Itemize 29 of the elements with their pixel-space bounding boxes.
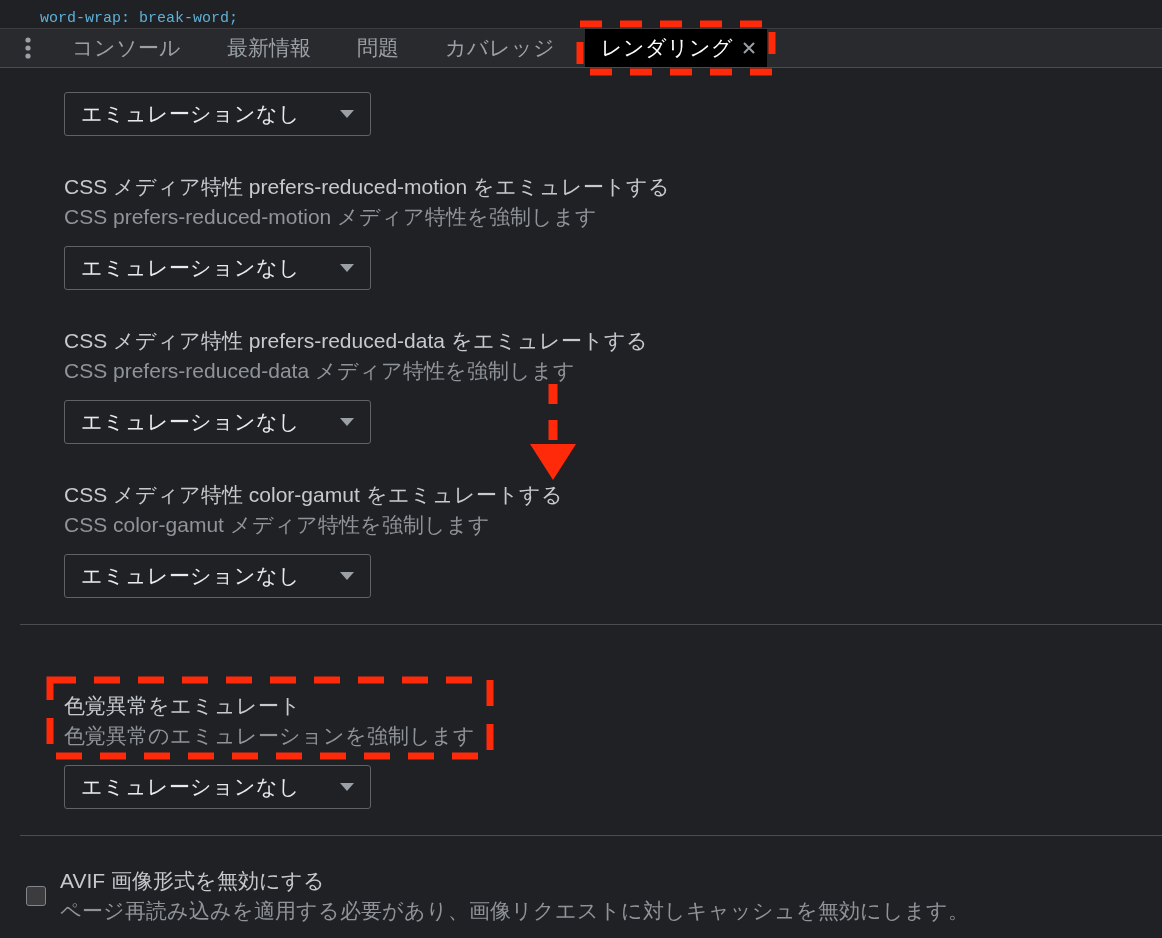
emulation-dropdown[interactable]: エミュレーションなし [64,765,371,809]
close-icon[interactable] [743,42,755,54]
setting-title: CSS メディア特性 prefers-reduced-motion をエミュレートする [64,174,671,200]
caret-icon [340,264,354,272]
setting-description: CSS prefers-reduced-motion メディア特性を強制します [64,204,599,230]
setting-title: 色覚異常をエミュレート [64,693,302,719]
setting-description: 色覚異常のエミュレーションを強制します [64,723,476,749]
setting-title: CSS メディア特性 color-gamut をエミュレートする [64,482,564,508]
setting-description: CSS color-gamut メディア特性を強制します [64,512,491,538]
panel-tab[interactable]: 問題 [341,29,429,67]
caret-icon [340,418,354,426]
emulation-dropdown[interactable]: エミュレーションなし [64,246,371,290]
caret-icon [340,783,354,791]
caret-icon [340,110,354,118]
setting-title: AVIF 画像形式を無効にする [60,868,326,894]
emulation-dropdown[interactable]: エミュレーションなし [64,92,371,136]
setting-description: CSS prefers-reduced-data メディア特性を強制します [64,358,576,384]
caret-icon [340,572,354,580]
setting-title: CSS メディア特性 prefers-reduced-data をエミュレートする [64,328,649,354]
panel-tab[interactable]: 最新情報 [211,29,341,67]
panel-tab[interactable]: コンソール [56,29,211,67]
checkbox[interactable] [26,886,46,906]
more-options-icon[interactable] [25,37,31,59]
panel-tab[interactable]: カバレッジ [429,29,585,67]
setting-description: ページ再読み込みを適用する必要があり、画像リクエストに対しキャッシュを無効にします。 [60,898,969,924]
code-line: word-wrap: break-word; [40,10,239,28]
emulation-dropdown[interactable]: エミュレーションなし [64,400,371,444]
emulation-dropdown[interactable]: エミュレーションなし [64,554,371,598]
panel-tab[interactable]: レンダリング [585,29,767,67]
